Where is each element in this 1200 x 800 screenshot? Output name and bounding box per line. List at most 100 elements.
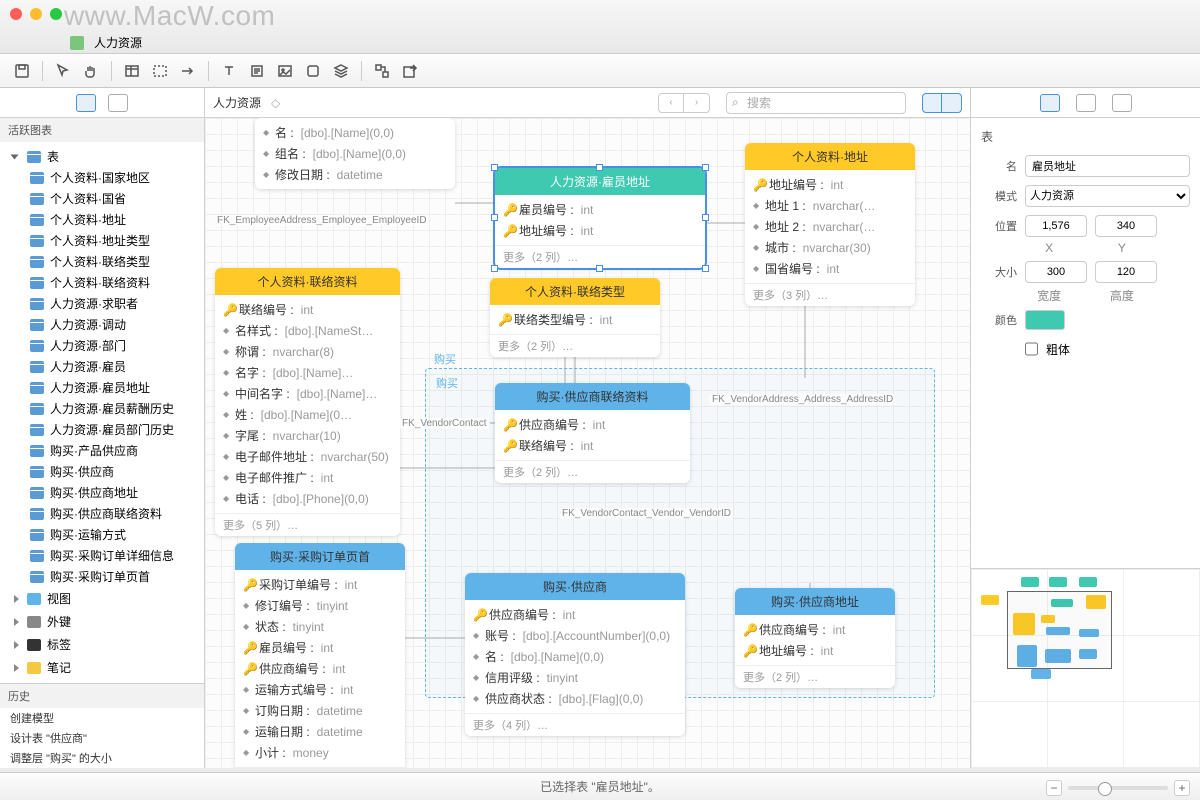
tree-table-item[interactable]: 人力资源·部门 <box>0 335 204 356</box>
field-row[interactable]: 🔑采购订单编号 :int <box>235 574 405 595</box>
field-row[interactable]: ◆名 :[dbo].[Name](0,0) <box>255 122 455 143</box>
schema-select[interactable]: 人力资源 <box>1025 185 1190 207</box>
entity-address[interactable]: 个人资料·地址 🔑地址编号 :int◆地址 1 :nvarchar(…◆地址 2… <box>745 143 915 306</box>
tree-category-笔记[interactable]: 笔记 <box>0 656 204 679</box>
zoom-in-button[interactable]: + <box>1174 780 1190 796</box>
tree-table-item[interactable]: 人力资源·雇员 <box>0 356 204 377</box>
tree-table-item[interactable]: 个人资料·地址 <box>0 209 204 230</box>
minimap[interactable] <box>971 568 1200 768</box>
tree-category-视图[interactable]: 视图 <box>0 587 204 610</box>
tree-root-tables[interactable]: 表 <box>0 146 204 167</box>
document-tab[interactable]: 人力资源 <box>70 34 142 51</box>
name-field[interactable] <box>1025 155 1190 177</box>
field-row[interactable]: ◆电子邮件地址 :nvarchar(50) <box>215 446 400 467</box>
tree-table-item[interactable]: 购买·采购订单页首 <box>0 566 204 587</box>
width-field[interactable] <box>1025 261 1087 283</box>
field-row[interactable]: ◆账号 :[dbo].[AccountNumber](0,0) <box>465 625 685 646</box>
tree-table-item[interactable]: 购买·运输方式 <box>0 524 204 545</box>
auto-layout-button[interactable] <box>370 59 394 83</box>
field-row[interactable]: ◆供应商状态 :[dbo].[Flag](0,0) <box>465 688 685 709</box>
height-field[interactable] <box>1095 261 1157 283</box>
field-row[interactable]: ◆修改日期 :datetime <box>255 164 455 185</box>
field-row[interactable]: ◆字尾 :nvarchar(10) <box>215 425 400 446</box>
diagram-canvas[interactable]: ◆名 :[dbo].[Name](0,0)◆组名 :[dbo].[Name](0… <box>205 118 970 768</box>
field-row[interactable]: 🔑联络编号 :int <box>495 435 690 456</box>
pos-y-field[interactable] <box>1095 215 1157 237</box>
field-row[interactable]: 🔑联络类型编号 :int <box>490 309 660 330</box>
tree-table-item[interactable]: 个人资料·国省 <box>0 188 204 209</box>
tree-table-item[interactable]: 人力资源·求职者 <box>0 293 204 314</box>
pointer-tool[interactable] <box>51 59 75 83</box>
entity-contact[interactable]: 个人资料·联络资料 🔑联络编号 :int◆名样式 :[dbo].[NameSt…… <box>215 268 400 536</box>
field-row[interactable]: ◆名 :[dbo].[Name](0,0) <box>465 646 685 667</box>
field-row[interactable]: 🔑供应商编号 :int <box>735 619 895 640</box>
field-row[interactable]: 🔑地址编号 :int <box>745 174 915 195</box>
entity-vendor-contact[interactable]: 购买·供应商联络资料 🔑供应商编号 :int🔑联络编号 :int 更多（2 列）… <box>495 383 690 483</box>
field-row[interactable]: ◆小计 :money <box>235 742 405 763</box>
close-icon[interactable] <box>10 8 22 20</box>
field-row[interactable]: ◆城市 :nvarchar(30) <box>745 237 915 258</box>
save-button[interactable] <box>10 59 34 83</box>
image-tool[interactable] <box>273 59 297 83</box>
field-row[interactable]: 🔑供应商编号 :int <box>495 414 690 435</box>
field-row[interactable]: ◆运输方式编号 :int <box>235 679 405 700</box>
tree-table-item[interactable]: 个人资料·联络类型 <box>0 251 204 272</box>
relation-tool[interactable] <box>176 59 200 83</box>
tree-table-item[interactable]: 人力资源·雇员部门历史 <box>0 419 204 440</box>
text-tool[interactable] <box>217 59 241 83</box>
tree-category-标签[interactable]: 标签 <box>0 633 204 656</box>
tree-table-item[interactable]: 购买·采购订单详细信息 <box>0 545 204 566</box>
minimize-icon[interactable] <box>30 8 42 20</box>
field-row[interactable]: ◆信用评级 :tinyint <box>465 667 685 688</box>
export-button[interactable] <box>398 59 422 83</box>
breadcrumb[interactable]: 人力资源 <box>213 94 261 111</box>
nav-fwd-button[interactable]: › <box>684 93 710 113</box>
history-item[interactable]: 调整层 "购买" 的大小 <box>0 748 204 768</box>
field-row[interactable]: 🔑雇员编号 :int <box>495 199 705 220</box>
field-row[interactable]: ◆修订编号 :tinyint <box>235 595 405 616</box>
properties-tab[interactable] <box>1040 94 1060 112</box>
style-tab[interactable] <box>1076 94 1096 112</box>
field-row[interactable]: ◆地址 1 :nvarchar(… <box>745 195 915 216</box>
hand-tool[interactable] <box>79 59 103 83</box>
zoom-slider[interactable] <box>1068 786 1168 790</box>
zoom-out-button[interactable]: − <box>1046 780 1062 796</box>
field-row[interactable]: ◆姓 :[dbo].[Name](0… <box>215 404 400 425</box>
tree-table-item[interactable]: 人力资源·雇员薪酬历史 <box>0 398 204 419</box>
color-swatch[interactable] <box>1025 310 1065 330</box>
field-row[interactable]: ◆运输日期 :datetime <box>235 721 405 742</box>
comment-tab[interactable] <box>1112 94 1132 112</box>
tree-table-item[interactable]: 购买·供应商 <box>0 461 204 482</box>
objects-tab[interactable] <box>76 94 96 112</box>
field-row[interactable]: ◆状态 :tinyint <box>235 616 405 637</box>
field-row[interactable]: ◆国省编号 :int <box>745 258 915 279</box>
layers-tab[interactable] <box>108 94 128 112</box>
field-row[interactable]: ◆电话 :[dbo].[Phone](0,0) <box>215 488 400 509</box>
field-row[interactable]: 🔑供应商编号 :int <box>235 658 405 679</box>
field-row[interactable]: 🔑地址编号 :int <box>735 640 895 661</box>
tree-table-item[interactable]: 人力资源·调动 <box>0 314 204 335</box>
tree-table-item[interactable]: 购买·产品供应商 <box>0 440 204 461</box>
field-row[interactable]: 🔑联络编号 :int <box>215 299 400 320</box>
field-row[interactable]: ◆名样式 :[dbo].[NameSt… <box>215 320 400 341</box>
tree-table-item[interactable]: 购买·供应商地址 <box>0 482 204 503</box>
history-item[interactable]: 设计表 "供应商" <box>0 728 204 748</box>
bold-checkbox[interactable] <box>1025 338 1038 360</box>
entity-vendor[interactable]: 购买·供应商 🔑供应商编号 :int◆账号 :[dbo].[AccountNum… <box>465 573 685 736</box>
tree-table-item[interactable]: 个人资料·国家地区 <box>0 167 204 188</box>
tree-table-item[interactable]: 购买·供应商联络资料 <box>0 503 204 524</box>
entity-po-header[interactable]: 购买·采购订单页首 🔑采购订单编号 :int◆修订编号 :tinyint◆状态 … <box>235 543 405 768</box>
tree-table-item[interactable]: 个人资料·地址类型 <box>0 230 204 251</box>
history-item[interactable]: 创建模型 <box>0 708 204 728</box>
table-tool[interactable] <box>120 59 144 83</box>
tree-table-item[interactable]: 人力资源·雇员地址 <box>0 377 204 398</box>
field-row[interactable]: ◆订购日期 :datetime <box>235 700 405 721</box>
field-row[interactable]: ◆地址 2 :nvarchar(… <box>745 216 915 237</box>
tree-table-item[interactable]: 个人资料·联络资料 <box>0 272 204 293</box>
nav-back-button[interactable]: ‹ <box>658 93 684 113</box>
entity-vendor-address[interactable]: 购买·供应商地址 🔑供应商编号 :int🔑地址编号 :int 更多（2 列）… <box>735 588 895 688</box>
right-panel-toggle[interactable] <box>942 93 962 113</box>
search-input[interactable]: 搜索 <box>726 92 906 114</box>
shape-tool[interactable] <box>301 59 325 83</box>
entity-partial[interactable]: ◆名 :[dbo].[Name](0,0)◆组名 :[dbo].[Name](0… <box>255 118 455 189</box>
